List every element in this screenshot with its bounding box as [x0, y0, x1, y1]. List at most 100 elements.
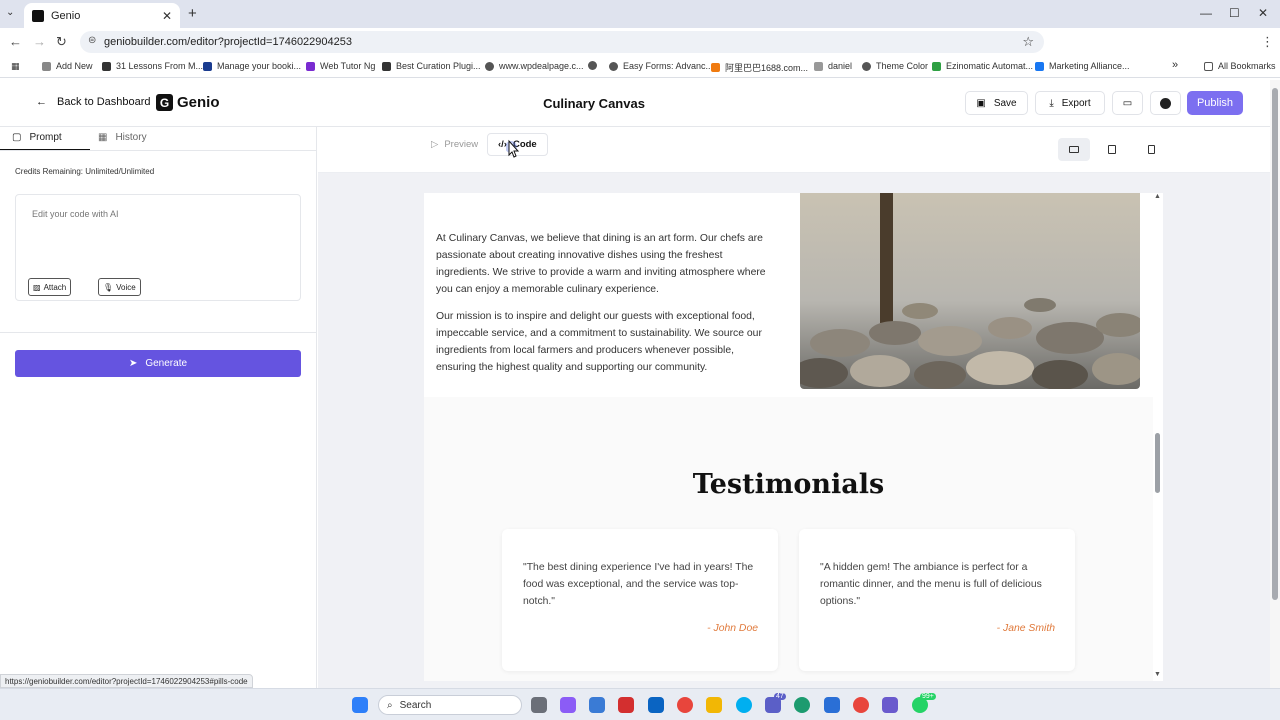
scroll-up-icon[interactable]: ▲: [1154, 193, 1161, 200]
about-paragraph: At Culinary Canvas, we believe that dini…: [436, 233, 766, 295]
browser-tab-genio[interactable]: Genio ✕: [24, 3, 180, 28]
all-bookmarks-folder[interactable]: All Bookmarks: [1204, 61, 1276, 71]
panel-divider: [0, 332, 317, 333]
message-icon: ▢: [12, 132, 22, 143]
save-icon: ▣: [976, 97, 986, 109]
github-button[interactable]: [1150, 91, 1181, 115]
url-bar[interactable]: ⊜ geniobuilder.com/editor?projectId=1746…: [80, 31, 1044, 53]
voice-button[interactable]: 🎙 Voice: [98, 278, 141, 296]
facebook-icon: [1035, 61, 1044, 71]
windows-start-icon[interactable]: [352, 697, 368, 713]
edge-icon[interactable]: [794, 697, 810, 713]
chrome-active-icon[interactable]: [853, 697, 869, 713]
folder-button[interactable]: ▭: [1112, 91, 1143, 115]
bookmark-item[interactable]: daniel: [814, 61, 852, 71]
browser-menu-icon[interactable]: ⋮: [1261, 34, 1274, 50]
bookmark-favicon-icon: [102, 61, 111, 71]
bookmark-item[interactable]: Manage your booki...: [203, 61, 301, 71]
preview-tab[interactable]: ▷ Preview: [421, 133, 488, 156]
about-image: [800, 193, 1140, 389]
status-bar-url: https://geniobuilder.com/editor?projectI…: [0, 674, 253, 688]
bookmark-favicon-icon: [932, 61, 941, 71]
export-button[interactable]: ⤓ Export: [1035, 91, 1105, 115]
tab-prompt[interactable]: ▢ Prompt: [12, 132, 62, 143]
taskbar-search[interactable]: ⌕ Search: [378, 695, 522, 715]
bookmark-item[interactable]: Theme Color: [862, 61, 928, 71]
copilot-icon[interactable]: [560, 697, 576, 713]
bookmark-item[interactable]: Easy Forms: Advanc...: [609, 61, 713, 71]
globe-icon: [588, 61, 597, 70]
page-scrollbar-thumb[interactable]: [1272, 88, 1278, 600]
testimonial-card: "The best dining experience I've had in …: [502, 529, 778, 671]
folder-icon: ▭: [1122, 97, 1133, 109]
globe-icon: [862, 61, 871, 71]
testimonial-card: "A hidden gem! The ambiance is perfect f…: [799, 529, 1075, 671]
new-tab-icon[interactable]: +: [188, 5, 197, 22]
task-view-icon[interactable]: [531, 697, 547, 713]
teams-badge: 47: [774, 693, 786, 700]
search-icon: ⌕: [387, 699, 393, 711]
testimonials-title: Testimonials: [692, 469, 885, 500]
url-text: geniobuilder.com/editor?projectId=174602…: [104, 36, 352, 48]
store-icon[interactable]: [589, 697, 605, 713]
prompt-input[interactable]: Edit your code with AI ▨ Attach 🎙 Voice: [15, 194, 301, 301]
scroll-down-icon[interactable]: ▼: [1154, 671, 1161, 678]
prompt-panel: ▢ Prompt ▦ History Credits Remaining: Unli…: [0, 127, 317, 688]
bookmark-item[interactable]: Ezinomatic Automat...: [932, 61, 1033, 71]
preview-scrollbar-thumb[interactable]: [1155, 433, 1160, 493]
site-preview-frame: — — — — — — At Culinary Canvas, we belie…: [424, 193, 1153, 681]
browser-tab-title: Genio: [51, 9, 81, 22]
generate-button[interactable]: ➤ Generate: [15, 350, 301, 377]
site-info-icon[interactable]: ⊜: [88, 35, 96, 46]
bookmark-favicon-icon: [382, 61, 391, 71]
genio-favicon-icon: [32, 9, 44, 22]
tab-search-icon[interactable]: ⌄: [6, 7, 14, 18]
bookmark-favicon-icon: [711, 63, 720, 72]
bookmark-star-icon[interactable]: ☆: [1022, 34, 1034, 50]
outlook-icon[interactable]: [648, 697, 664, 713]
bookmark-item[interactable]: Web Tutor Ng: [306, 61, 375, 71]
bookmarks-bar: ▦ Add New 31 Lessons From M... Manage yo…: [0, 56, 1280, 78]
save-button[interactable]: ▣ Save: [965, 91, 1028, 115]
chrome-icon[interactable]: [677, 697, 693, 713]
credits-remaining: Credits Remaining: Unlimited/Unlimited: [15, 167, 155, 176]
back-arrow-icon[interactable]: ←: [9, 34, 22, 49]
bookmark-item[interactable]: www.wpdealpage.c...: [485, 61, 584, 71]
maximize-icon[interactable]: ☐: [1229, 6, 1240, 20]
windows-taskbar: ⌕ Search 47 99+: [0, 688, 1280, 720]
forward-arrow-icon[interactable]: →: [33, 34, 46, 49]
bookmark-item[interactable]: Best Curation Plugi...: [382, 61, 481, 71]
notepad-icon[interactable]: [824, 697, 840, 713]
globe-icon: [609, 61, 618, 71]
mobile-icon: [1147, 145, 1155, 154]
reload-icon[interactable]: ↻: [56, 34, 67, 50]
tablet-view-button[interactable]: [1096, 138, 1128, 161]
skype-icon[interactable]: [736, 697, 752, 713]
page-scrollbar[interactable]: [1270, 80, 1280, 688]
bookmark-favicon-icon: [814, 61, 823, 71]
tab-history[interactable]: ▦ History: [98, 132, 147, 143]
preview-scrollbar[interactable]: ▲ ▼: [1153, 193, 1163, 681]
mobile-view-button[interactable]: [1135, 138, 1167, 161]
tab-divider: [0, 150, 317, 151]
bookmark-item[interactable]: 阿里巴巴1688.com...: [711, 61, 808, 74]
publish-button[interactable]: Publish: [1187, 91, 1243, 115]
bookmark-favicon-icon: [203, 61, 212, 71]
desktop-view-button[interactable]: [1058, 138, 1090, 161]
bookmark-item[interactable]: Marketing Alliance...: [1035, 61, 1130, 71]
apps-grid-icon[interactable]: ▦: [11, 61, 20, 72]
testimonial-quote: "The best dining experience I've had in …: [523, 562, 754, 607]
partial-heading: — — — — — —: [436, 193, 532, 196]
file-explorer-icon[interactable]: [706, 697, 722, 713]
testimonials-section: Testimonials "The best dining experience…: [424, 397, 1153, 681]
discord-icon[interactable]: [882, 697, 898, 713]
bookmark-item[interactable]: Add New: [42, 61, 93, 71]
attach-button[interactable]: ▨ Attach: [28, 278, 72, 296]
minimize-icon[interactable]: —: [1200, 6, 1212, 20]
close-tab-icon[interactable]: ✕: [162, 9, 172, 23]
bookmark-item[interactable]: 31 Lessons From M...: [102, 61, 203, 71]
close-window-icon[interactable]: ✕: [1258, 6, 1268, 20]
pdf-app-icon[interactable]: [618, 697, 634, 713]
bookmark-item[interactable]: [588, 61, 602, 70]
more-bookmarks-icon[interactable]: »: [1172, 59, 1178, 71]
